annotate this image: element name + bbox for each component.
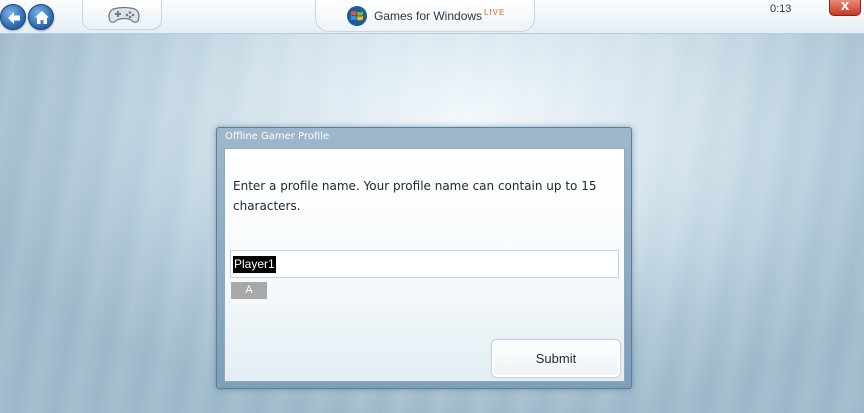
clock: 0:13 bbox=[770, 3, 792, 15]
keyboard-hint-a[interactable]: A bbox=[231, 282, 267, 299]
brand-text: Games for Windows bbox=[374, 9, 483, 23]
dialog-title: Offline Gamer Profile bbox=[225, 131, 330, 142]
top-bar: Games for Windows LIVE 0:13 X bbox=[0, 0, 864, 34]
brand-live-label: LIVE bbox=[484, 8, 506, 17]
submit-button[interactable]: Submit bbox=[491, 339, 621, 378]
profile-name-prompt: Enter a profile name. Your profile name … bbox=[233, 179, 597, 213]
profile-name-selected-text: Player1 bbox=[233, 256, 276, 273]
close-icon: X bbox=[840, 0, 850, 13]
back-button[interactable] bbox=[0, 4, 26, 30]
brand-tab[interactable]: Games for Windows LIVE bbox=[315, 0, 535, 32]
offline-gamer-profile-dialog: Offline Gamer Profile Enter a profile na… bbox=[216, 127, 632, 389]
close-button[interactable]: X bbox=[829, 0, 861, 16]
dialog-body: Enter a profile name. Your profile name … bbox=[224, 148, 625, 382]
controller-tab[interactable] bbox=[82, 0, 162, 30]
home-icon bbox=[35, 11, 49, 24]
gamepad-icon bbox=[108, 6, 140, 23]
home-button[interactable] bbox=[28, 4, 54, 30]
windows-logo-icon bbox=[347, 6, 367, 26]
profile-name-input[interactable] bbox=[230, 250, 619, 278]
back-arrow-icon bbox=[8, 12, 20, 24]
